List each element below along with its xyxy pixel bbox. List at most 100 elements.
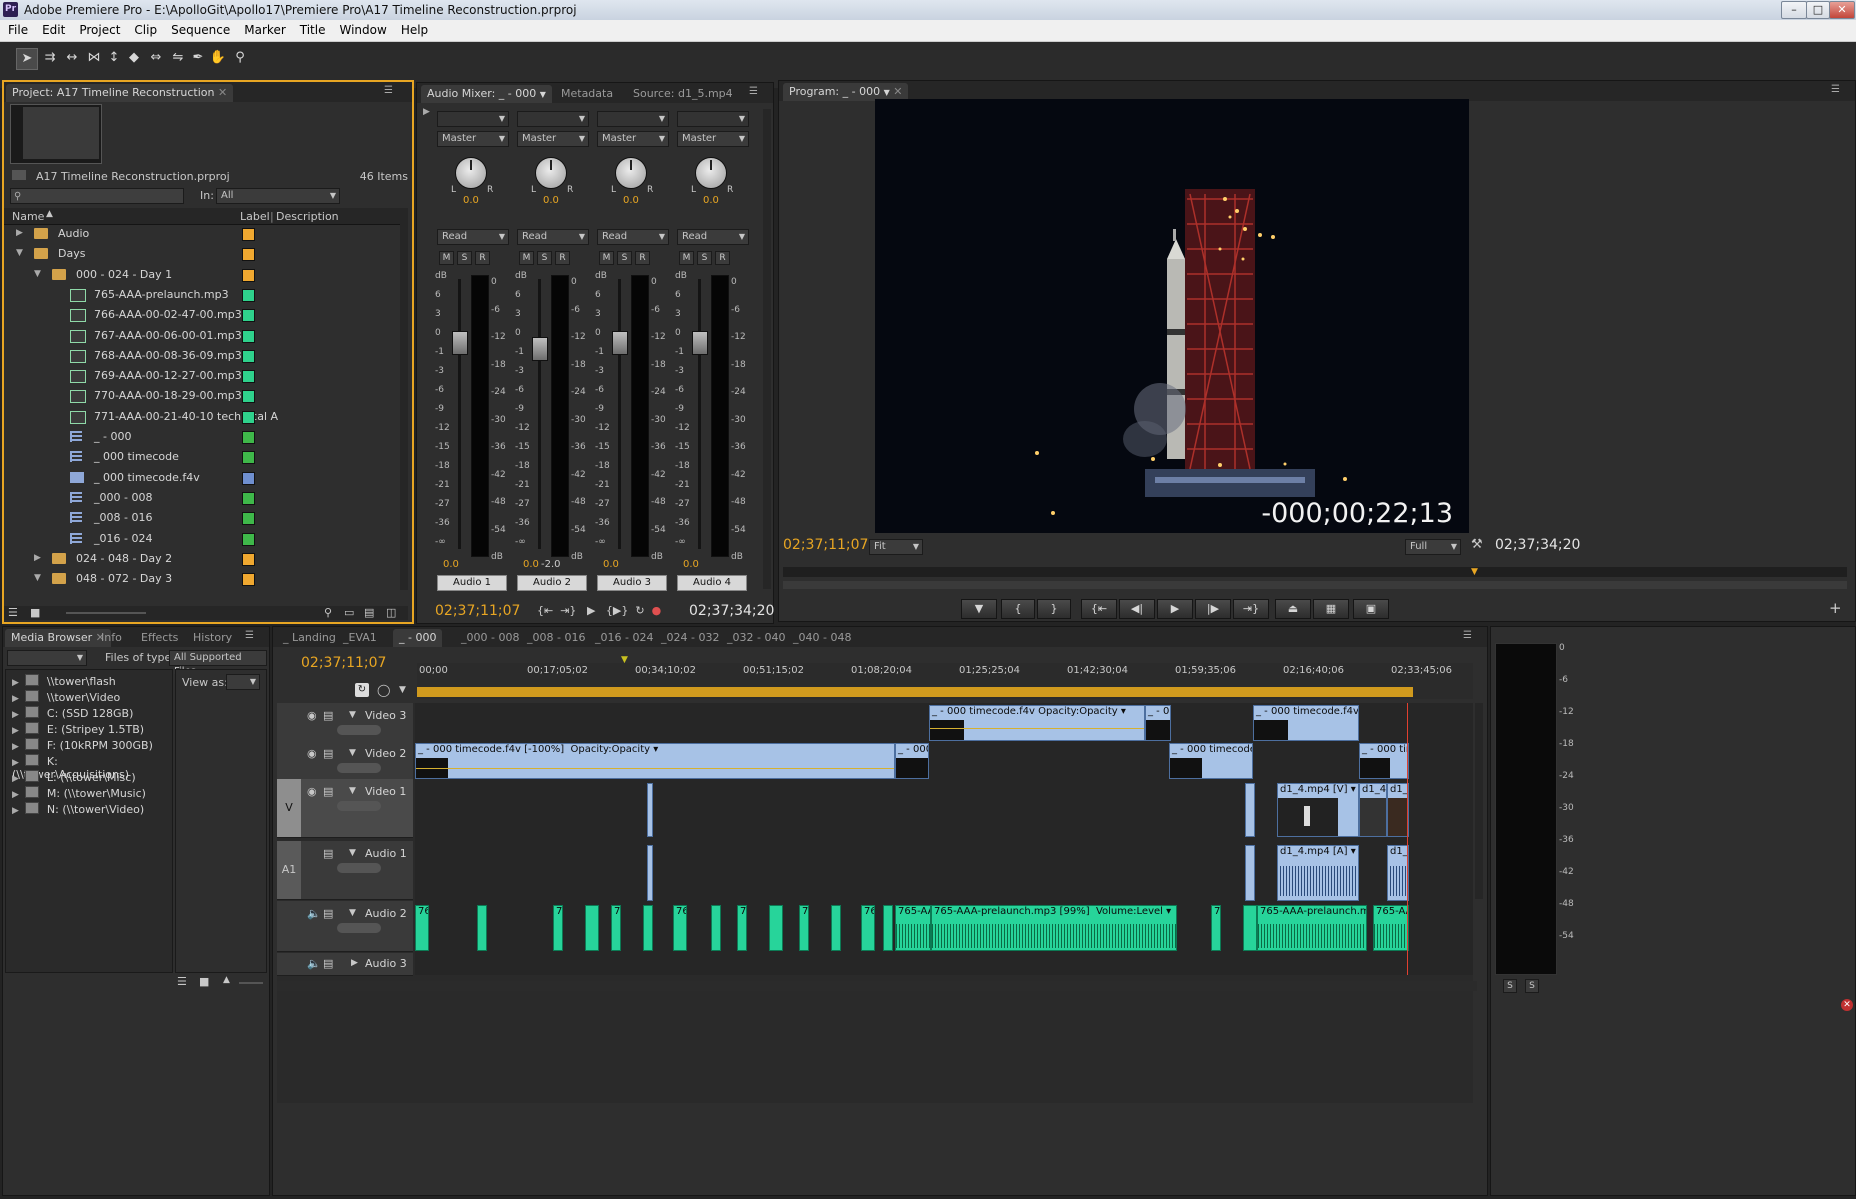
thumbnail-view-icon[interactable]: ■ xyxy=(199,975,209,988)
drive-item[interactable]: ▶ M: (\\tower\Music) xyxy=(12,786,146,800)
project-item[interactable]: _016 - 024 xyxy=(8,529,398,549)
keyframe-nav[interactable] xyxy=(337,725,381,735)
panel-menu-icon[interactable]: ☰ xyxy=(1831,84,1845,96)
tab-sequence[interactable]: _ Landing xyxy=(277,629,342,647)
expand-triangle-icon[interactable]: ▶ xyxy=(12,774,19,784)
mark-in-icon[interactable]: { xyxy=(1001,599,1035,619)
thumbnail-size-slider[interactable] xyxy=(239,982,263,984)
effect-dropdown[interactable]: ▼ xyxy=(517,111,589,127)
step-forward-icon[interactable]: |▶ xyxy=(1195,599,1231,619)
expand-triangle-icon[interactable]: ▼ xyxy=(34,573,41,583)
solo-left-button[interactable]: S xyxy=(1503,979,1517,993)
project-item[interactable]: ▼ 000 - 024 - Day 1 xyxy=(8,265,398,285)
delete-icon[interactable]: ◫ xyxy=(386,606,396,619)
record-button[interactable]: R xyxy=(635,251,650,265)
drive-item[interactable]: ▶ L: (\\tower\Misc) xyxy=(12,770,136,784)
tab-history[interactable]: History xyxy=(187,629,238,647)
project-item[interactable]: _000 - 008 xyxy=(8,488,398,508)
pen-tool-icon[interactable]: ✒ xyxy=(188,48,208,68)
tab-sequence[interactable]: _008 - 016 xyxy=(521,629,591,647)
clip-a2-small[interactable]: 76 xyxy=(861,905,875,951)
clip-a1-b[interactable]: d1_ xyxy=(1387,845,1409,901)
clip-v3-b[interactable]: _ - 0( xyxy=(1145,705,1171,741)
clip-a2-small[interactable] xyxy=(883,905,893,951)
label-color-swatch[interactable] xyxy=(242,248,255,262)
tab-metadata[interactable]: Metadata xyxy=(555,85,619,103)
extract-icon[interactable]: ▦ xyxy=(1313,599,1349,619)
clip-a1-sliver-2[interactable] xyxy=(1245,845,1255,901)
play-icon[interactable]: ▶ xyxy=(587,604,595,617)
lock-icon[interactable]: ▤ xyxy=(323,847,333,860)
tab-sequence[interactable]: _040 - 048 xyxy=(787,629,857,647)
expand-triangle-icon[interactable]: ▼ xyxy=(34,269,41,279)
label-color-swatch[interactable] xyxy=(242,573,255,587)
project-item[interactable]: ▶ Audio xyxy=(8,224,398,244)
playhead-icon[interactable]: ▼ xyxy=(1471,567,1478,577)
menu-marker[interactable]: Marker xyxy=(236,20,291,37)
mixer-scrollbar[interactable] xyxy=(763,109,771,589)
clip-a2-small[interactable] xyxy=(643,905,653,951)
clip-a2-a[interactable]: 765-AA xyxy=(895,905,931,951)
collapse-icon[interactable]: ▼ xyxy=(349,748,356,758)
pan-knob[interactable] xyxy=(615,157,647,189)
output-dropdown[interactable]: Master ▼ xyxy=(677,131,749,147)
label-color-swatch[interactable] xyxy=(242,370,255,384)
program-video-frame[interactable]: -000;00;22;13 xyxy=(875,99,1469,533)
clip-v1-sliver[interactable] xyxy=(647,783,653,837)
expand-triangle-icon[interactable]: ▶ xyxy=(34,553,41,563)
drive-item[interactable]: ▶ N: (\\tower\Video) xyxy=(12,802,144,816)
label-color-swatch[interactable] xyxy=(242,451,255,465)
collapse-icon[interactable]: ▼ xyxy=(349,848,356,858)
record-button[interactable]: R xyxy=(555,251,570,265)
project-item[interactable]: ▼ 048 - 072 - Day 3 xyxy=(8,569,398,589)
label-color-swatch[interactable] xyxy=(242,309,255,323)
panel-menu-icon[interactable]: ☰ xyxy=(384,85,398,97)
expand-triangle-icon[interactable]: ▶ xyxy=(12,678,19,688)
expand-triangle-icon[interactable]: ▶ xyxy=(12,790,19,800)
clip-v2-c[interactable]: _ - 000 timecode.f4 xyxy=(1169,743,1253,779)
drive-item[interactable]: ▶ \\tower\flash xyxy=(12,674,116,688)
rolling-edit-tool-icon[interactable]: ⋈ xyxy=(84,48,104,68)
drive-item[interactable]: ▶ \\tower\Video xyxy=(12,690,120,704)
work-area-marker-icon[interactable]: ▼ xyxy=(621,655,628,665)
clip-v2-b[interactable]: _ - 000 xyxy=(895,743,929,779)
location-dropdown[interactable]: ▼ xyxy=(7,650,87,666)
new-bin-icon[interactable]: ▭ xyxy=(344,606,354,619)
go-to-out-icon[interactable]: ⇥} xyxy=(560,604,576,617)
zoom-out-icon[interactable]: ▲ xyxy=(223,975,230,985)
record-button[interactable]: R xyxy=(715,251,730,265)
lock-icon[interactable]: ▤ xyxy=(323,957,333,970)
menu-help[interactable]: Help xyxy=(393,20,434,37)
mute-button[interactable]: M xyxy=(439,251,454,265)
clip-a2-small[interactable]: 76 xyxy=(415,905,429,951)
clip-a2-small[interactable]: 76 xyxy=(611,905,621,951)
expand-triangle-icon[interactable]: ▶ xyxy=(12,758,19,768)
project-item[interactable]: 767-AAA-00-06-00-01.mp3 xyxy=(8,326,398,346)
clip-v1-c[interactable]: d1_ xyxy=(1387,783,1409,837)
playhead-line[interactable] xyxy=(1407,703,1408,975)
menu-clip[interactable]: Clip xyxy=(126,20,163,37)
slide-tool-icon[interactable]: ⇋ xyxy=(168,48,188,68)
step-back-icon[interactable]: ◀| xyxy=(1119,599,1155,619)
go-to-in-icon[interactable]: {⇤ xyxy=(1081,599,1117,619)
eye-icon[interactable]: ◉ xyxy=(307,709,317,722)
clip-v3-c[interactable]: _ - 000 timecode.f4v ▾ xyxy=(1253,705,1359,741)
minimize-icon[interactable]: – xyxy=(1781,1,1807,19)
export-frame-icon[interactable]: ▣ xyxy=(1353,599,1389,619)
wrench-icon[interactable]: ⚒ xyxy=(1471,537,1483,552)
collapse-icon[interactable]: ▼ xyxy=(349,710,356,720)
effect-dropdown[interactable]: ▼ xyxy=(677,111,749,127)
expand-triangle-icon[interactable]: ▶ xyxy=(16,228,23,238)
keyframe-nav[interactable] xyxy=(337,801,381,811)
loop-icon[interactable]: ↻ xyxy=(635,604,644,617)
mute-button[interactable]: M xyxy=(679,251,694,265)
tab-info[interactable]: Info xyxy=(95,629,128,647)
clip-a2-small[interactable]: 76 xyxy=(799,905,809,951)
rate-stretch-tool-icon[interactable]: ↕ xyxy=(104,48,124,68)
icon-view-icon[interactable]: ■ xyxy=(30,606,40,619)
menu-file[interactable]: File xyxy=(0,20,34,37)
timeline-horizontal-scrollbar[interactable] xyxy=(277,981,1477,991)
project-item[interactable]: _ - 000 xyxy=(8,427,398,447)
tab-sequence[interactable]: _016 - 024 xyxy=(589,629,659,647)
new-item-icon[interactable]: ▤ xyxy=(364,606,374,619)
